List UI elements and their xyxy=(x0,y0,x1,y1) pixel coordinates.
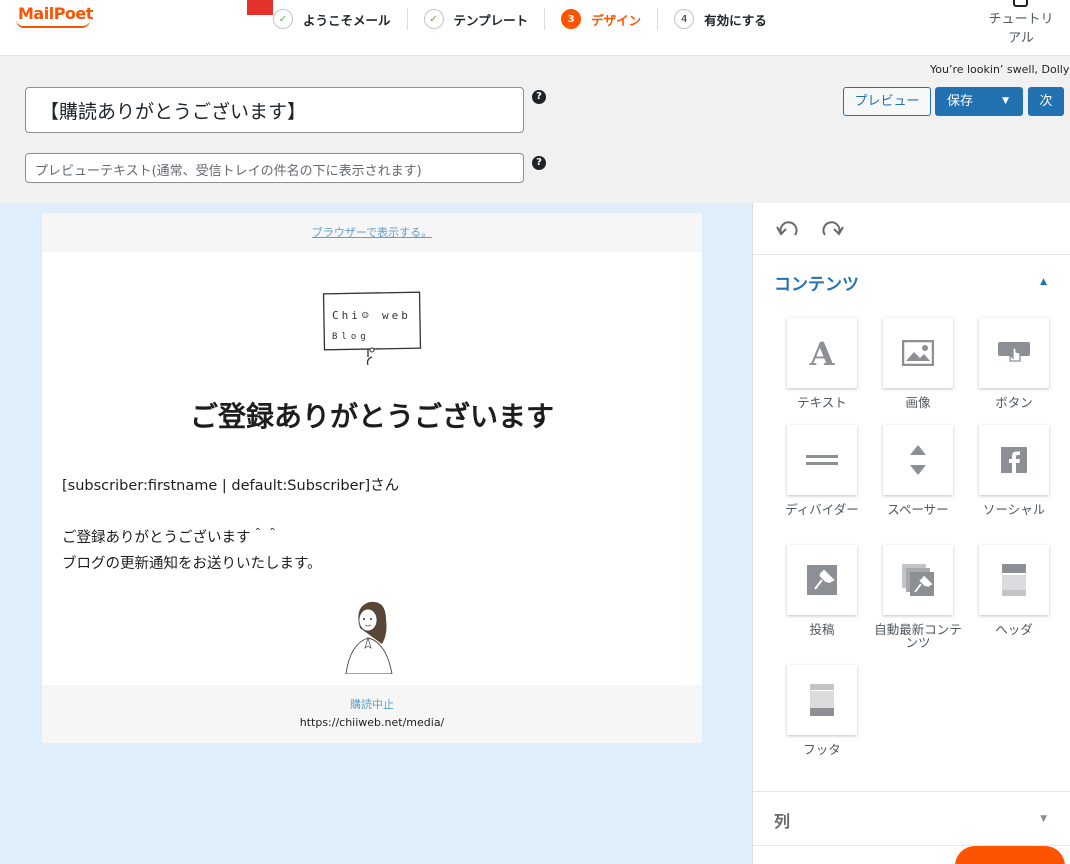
step-number: 3 xyxy=(561,9,582,29)
save-label: 保存 xyxy=(947,94,974,109)
block-label: ディバイダー xyxy=(785,502,859,517)
unsubscribe-link[interactable]: 購読中止 xyxy=(42,696,702,712)
site-url[interactable]: https://chiiweb.net/media/ xyxy=(42,716,702,729)
spacer-icon xyxy=(883,425,953,495)
tutorial-link[interactable]: チュートリ アル xyxy=(981,0,1061,54)
admin-notice: You’re lookin’ swell, Dolly xyxy=(930,63,1070,76)
help-icon[interactable]: ? xyxy=(532,90,546,104)
block-divider[interactable]: ディバイダー xyxy=(774,425,870,516)
chevron-up-icon: ▲ xyxy=(1040,277,1047,287)
svg-text:Blog: Blog xyxy=(332,332,370,342)
block-label: 自動最新コンテンツ xyxy=(874,622,962,650)
check-icon: ✓ xyxy=(423,9,444,29)
flag-icon xyxy=(247,0,273,15)
block-label: 画像 xyxy=(905,395,931,410)
email-body-text[interactable]: [subscriber:firstname | default:Subscrib… xyxy=(62,473,399,577)
author-illustration-image[interactable] xyxy=(338,598,402,674)
social-icon xyxy=(979,425,1049,495)
divider-icon xyxy=(787,425,857,495)
svg-text:Chi: Chi xyxy=(332,309,361,322)
step-welcome-email[interactable]: ✓ ようこそメール xyxy=(273,8,408,30)
step-activate[interactable]: 4 有効にする xyxy=(674,8,783,30)
chevron-down-icon[interactable]: ▼ xyxy=(1002,87,1009,116)
block-header[interactable]: ヘッダ xyxy=(966,545,1062,636)
step-template[interactable]: ✓ テンプレート xyxy=(423,8,546,30)
block-label: 投稿 xyxy=(809,622,835,637)
help-icon[interactable]: ? xyxy=(532,156,546,170)
auto-latest-icon xyxy=(883,545,953,615)
svg-text:web: web xyxy=(382,309,411,322)
columns-section-title: 列 xyxy=(774,812,791,831)
image-icon xyxy=(883,318,953,388)
logo-smile-mark xyxy=(16,20,90,28)
next-button[interactable]: 次 xyxy=(1028,87,1064,116)
greeting-line: [subscriber:firstname | default:Subscrib… xyxy=(62,478,400,494)
button-icon xyxy=(979,318,1049,388)
step-label: テンプレート xyxy=(453,12,529,28)
block-social[interactable]: ソーシャル xyxy=(966,425,1062,516)
tutorial-label-line2: アル xyxy=(1008,31,1034,46)
block-footer[interactable]: フッタ xyxy=(774,665,870,756)
block-label: ヘッダ xyxy=(995,622,1033,637)
top-bar: MailPoet ✓ ようこそメール ✓ テンプレート 3 デザイン 4 有効に… xyxy=(0,0,1070,56)
save-button[interactable]: 保存 ▼ xyxy=(935,87,1023,116)
step-label: ようこそメール xyxy=(303,12,391,28)
block-image[interactable]: 画像 xyxy=(870,318,966,409)
preview-button[interactable]: プレビュー xyxy=(843,87,931,116)
block-label: ボタン xyxy=(995,395,1033,410)
step-label: デザイン xyxy=(591,12,642,28)
block-label: フッタ xyxy=(803,742,841,757)
content-section-header[interactable]: コンテンツ ▲ xyxy=(753,255,1070,305)
view-in-browser-bar: ブラウザーで表示する。 xyxy=(42,213,702,252)
blog-logo-image[interactable]: Chi ☺ web Blog xyxy=(322,291,422,371)
editor-canvas: ブラウザーで表示する。 Chi ☺ web Blog ご登録ありがとうございます… xyxy=(0,203,752,864)
block-spacer[interactable]: スペーサー xyxy=(870,425,966,516)
undo-icon[interactable] xyxy=(775,217,801,241)
posts-icon xyxy=(787,545,857,615)
email-preview: ブラウザーで表示する。 Chi ☺ web Blog ご登録ありがとうございます… xyxy=(42,213,702,743)
block-text[interactable]: A テキスト xyxy=(774,318,870,409)
step-design[interactable]: 3 デザイン xyxy=(561,8,659,30)
step-label: 有効にする xyxy=(704,12,767,28)
redo-icon[interactable] xyxy=(819,217,845,241)
header-icon xyxy=(979,545,1049,615)
view-in-browser-link[interactable]: ブラウザーで表示する。 xyxy=(312,226,432,239)
block-auto-latest-content[interactable]: 自動最新コンテンツ xyxy=(870,545,966,649)
footer-icon xyxy=(787,665,857,735)
columns-section-header[interactable]: 列 ▼ xyxy=(753,791,1070,846)
svg-text:A: A xyxy=(809,336,836,370)
block-posts[interactable]: 投稿 xyxy=(774,545,870,636)
wizard-steps: ✓ ようこそメール ✓ テンプレート 3 デザイン 4 有効にする xyxy=(273,8,799,30)
chevron-down-icon: ▼ xyxy=(1040,814,1047,824)
email-footer: 購読中止 https://chiiweb.net/media/ xyxy=(42,685,702,743)
block-button[interactable]: ボタン xyxy=(966,318,1062,409)
block-label: ソーシャル xyxy=(982,502,1046,517)
text-icon: A xyxy=(787,318,857,388)
subject-input[interactable]: 【購読ありがとうございます】 xyxy=(25,87,524,133)
tutorial-label-line1: チュートリ xyxy=(988,12,1054,27)
preheader-input[interactable]: プレビューテキスト(通常、受信トレイの件名の下に表示されます) xyxy=(25,153,524,183)
svg-text:☺: ☺ xyxy=(362,309,369,322)
body-line: ご登録ありがとうございます＾＾ xyxy=(62,530,280,546)
check-icon: ✓ xyxy=(273,9,293,29)
editor-sidebar: コンテンツ ▲ A テキスト 画像 ボタン ディバイダー スペーサー ソーシャル… xyxy=(752,203,1070,864)
help-beacon-button[interactable] xyxy=(955,846,1065,864)
email-heading[interactable]: ご登録ありがとうございます xyxy=(42,395,702,435)
step-number: 4 xyxy=(674,9,695,29)
block-label: テキスト xyxy=(797,395,847,410)
history-bar xyxy=(753,203,1070,255)
content-section-title: コンテンツ xyxy=(774,275,859,295)
block-label: スペーサー xyxy=(887,502,949,517)
body-line: ブログの更新通知をお送りいたします。 xyxy=(62,556,322,572)
